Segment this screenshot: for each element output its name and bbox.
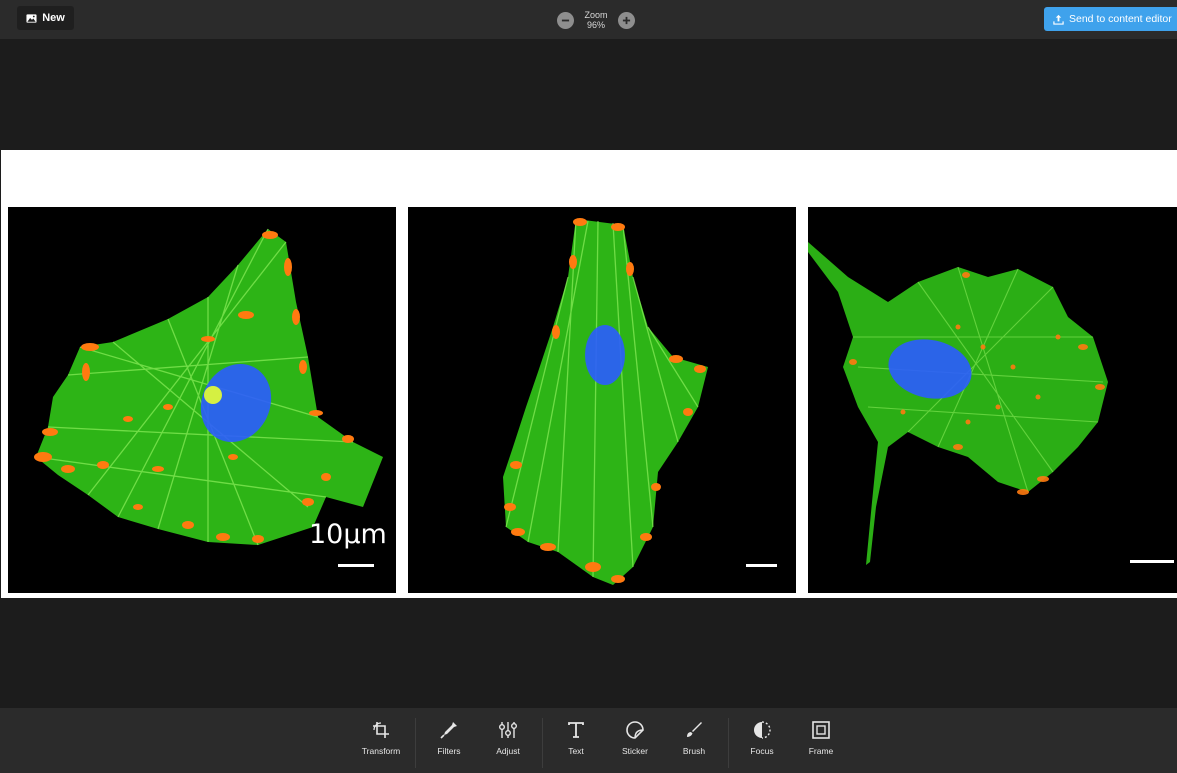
cell-micrograph-3 bbox=[808, 242, 1174, 565]
tool-text[interactable]: Text bbox=[546, 720, 606, 766]
top-bar: New Zoom 96% Send to content editor bbox=[0, 0, 1177, 39]
bottom-toolbar: Transform Filters Adjust Text Sticker Br… bbox=[0, 708, 1177, 773]
tool-filters[interactable]: Filters bbox=[419, 720, 479, 766]
tool-brush[interactable]: Brush bbox=[664, 720, 724, 766]
focus-icon bbox=[754, 721, 771, 739]
image-panel-1: 10µm bbox=[8, 207, 396, 593]
tool-filters-label: Filters bbox=[437, 746, 461, 756]
sliders-icon bbox=[499, 722, 517, 738]
tool-brush-label: Brush bbox=[682, 746, 706, 756]
image-panel-3 bbox=[808, 207, 1177, 593]
toolbar-divider bbox=[728, 718, 729, 768]
tool-frame[interactable]: Frame bbox=[791, 720, 851, 766]
frame-icon bbox=[812, 721, 830, 739]
toolbar-divider bbox=[415, 718, 416, 768]
tool-frame-label: Frame bbox=[808, 746, 834, 756]
tool-transform-label: Transform bbox=[361, 746, 401, 756]
edited-image[interactable]: 10µm bbox=[1, 150, 1177, 598]
send-to-content-editor-button[interactable]: Send to content editor bbox=[1044, 7, 1177, 31]
zoom-value: 96% bbox=[586, 20, 605, 30]
tool-sticker-label: Sticker bbox=[622, 746, 648, 756]
tool-text-label: Text bbox=[568, 746, 584, 756]
send-button-label: Send to content editor bbox=[1069, 13, 1172, 25]
cell-micrograph-2 bbox=[503, 218, 777, 585]
new-button-label: New bbox=[42, 12, 65, 24]
zoom-label: Zoom bbox=[584, 10, 608, 20]
brush-icon bbox=[687, 722, 702, 737]
tool-sticker[interactable]: Sticker bbox=[605, 720, 665, 766]
toolbar-divider bbox=[542, 718, 543, 768]
image-panel-2 bbox=[408, 207, 796, 593]
plus-icon bbox=[622, 16, 631, 24]
tool-adjust[interactable]: Adjust bbox=[478, 720, 538, 766]
text-icon bbox=[568, 722, 584, 738]
new-button[interactable]: New bbox=[17, 6, 74, 30]
scale-bar-label: 10µm bbox=[309, 519, 387, 550]
crop-rotate-icon bbox=[373, 722, 389, 738]
tool-focus[interactable]: Focus bbox=[732, 720, 792, 766]
dropper-icon bbox=[440, 722, 457, 739]
zoom-in-button[interactable] bbox=[618, 11, 635, 29]
tool-adjust-label: Adjust bbox=[496, 746, 520, 756]
editor-canvas[interactable]: 10µm bbox=[0, 39, 1177, 708]
minus-icon bbox=[561, 19, 570, 21]
zoom-out-button[interactable] bbox=[557, 11, 574, 29]
image-icon bbox=[26, 13, 37, 23]
tool-transform[interactable]: Transform bbox=[351, 720, 411, 766]
upload-icon bbox=[1053, 14, 1064, 25]
zoom-control: Zoom 96% bbox=[557, 7, 635, 33]
sticker-icon bbox=[626, 721, 644, 739]
zoom-readout: Zoom 96% bbox=[582, 10, 610, 30]
tool-focus-label: Focus bbox=[750, 746, 774, 756]
